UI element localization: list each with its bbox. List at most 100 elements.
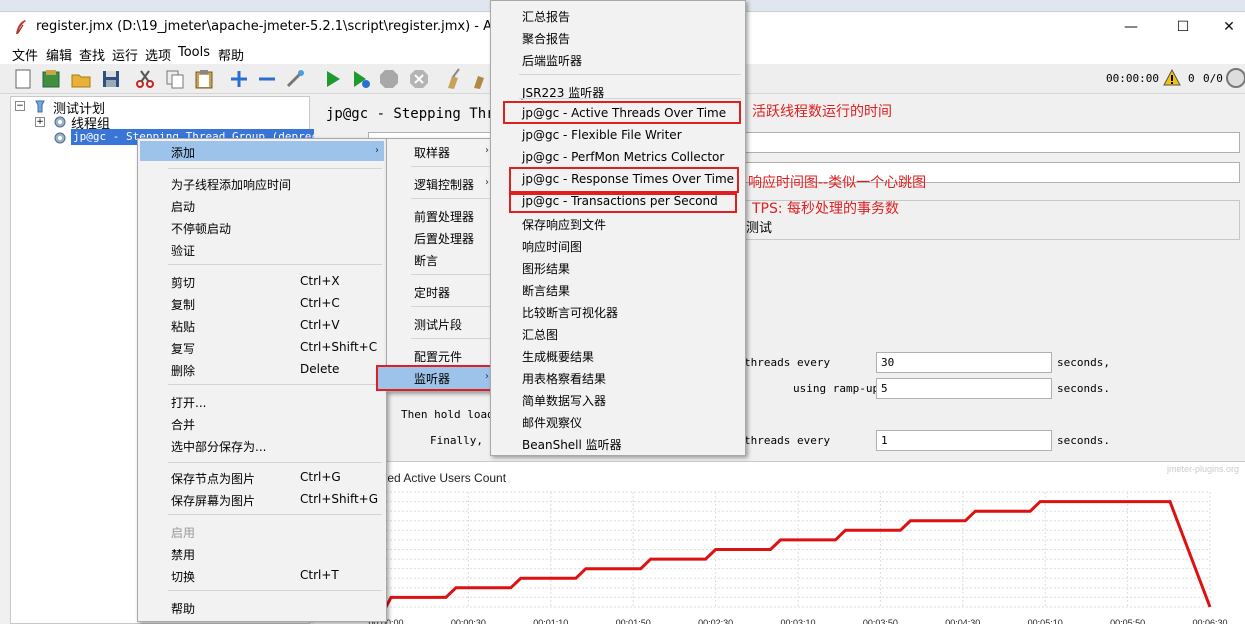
menu-enable-disabled: 启用	[171, 526, 196, 540]
clear-all-icon[interactable]	[468, 68, 490, 90]
listener-response-times[interactable]: jp@gc - Response Times Over Time	[522, 172, 734, 186]
shortcut-cut: Ctrl+X	[300, 274, 340, 288]
submenu-test-fragment[interactable]: 测试片段	[414, 316, 462, 333]
listener-compare-assertion[interactable]: 比较断言可视化器	[522, 304, 618, 321]
menu-tools[interactable]: Tools	[178, 45, 210, 60]
threads-every-label: threads every	[744, 356, 831, 369]
gear-icon	[54, 132, 66, 144]
menu-separator	[168, 384, 382, 385]
submenu-config-element[interactable]: 配置元件	[414, 348, 462, 365]
minimize-button[interactable]: —	[1108, 12, 1154, 42]
menu-help[interactable]: 帮助	[171, 600, 195, 617]
menu-separator	[519, 98, 741, 99]
stop-threads-input[interactable]: 1	[876, 430, 1052, 451]
listener-view-table[interactable]: 用表格察看结果	[522, 370, 606, 387]
menu-add-response-time[interactable]: 为子线程添加响应时间	[171, 176, 291, 193]
submenu-logic-controller[interactable]: 逻辑控制器	[414, 176, 474, 193]
menu-add[interactable]: 添加	[171, 144, 195, 161]
remote-status-icon[interactable]	[1226, 68, 1245, 88]
menu-help[interactable]: 帮助	[218, 45, 244, 64]
tree-expand-toggle[interactable]: +	[35, 117, 45, 127]
cut-icon[interactable]	[134, 68, 156, 90]
listener-assertion-results[interactable]: 断言结果	[522, 282, 570, 299]
listener-aggregate-report[interactable]: 聚合报告	[522, 30, 570, 47]
shortcut-save-screen-image: Ctrl+Shift+G	[300, 492, 379, 506]
menu-start[interactable]: 启动	[171, 198, 195, 215]
menu-run[interactable]: 运行	[112, 45, 138, 64]
submenu-pre-processor[interactable]: 前置处理器	[414, 208, 474, 225]
ramp-up-input[interactable]: 5	[876, 378, 1052, 399]
menu-save-node-image[interactable]: 保存节点为图片	[171, 470, 255, 487]
threads-every-input[interactable]: 30	[876, 352, 1052, 373]
annotation-active-threads: 活跃线程数运行的时间	[752, 104, 892, 120]
listener-flexible-file-writer[interactable]: jp@gc - Flexible File Writer	[522, 128, 682, 142]
warning-count: 0	[1188, 72, 1195, 85]
menu-cut[interactable]: 剪切	[171, 274, 195, 291]
chart-x-tick-label: 00:05:50	[1110, 618, 1145, 624]
listener-perfmon[interactable]: jp@gc - PerfMon Metrics Collector	[522, 150, 724, 164]
chart-x-tick-label: 00:05:10	[1028, 618, 1063, 624]
start-icon[interactable]	[322, 68, 344, 90]
menu-toggle[interactable]: 切换	[171, 568, 195, 585]
save-icon[interactable]	[100, 68, 122, 90]
menu-delete[interactable]: 删除	[171, 362, 195, 379]
hold-load-label: Then hold load	[401, 408, 494, 421]
paste-icon[interactable]	[193, 68, 215, 90]
submenu-assertion[interactable]: 断言	[414, 252, 438, 269]
stop-icon[interactable]	[378, 68, 400, 90]
chart-x-tick-label: 00:03:50	[863, 618, 898, 624]
warning-icon[interactable]	[1163, 69, 1181, 87]
shortcut-paste: Ctrl+V	[300, 318, 340, 332]
submenu-timer[interactable]: 定时器	[414, 284, 450, 301]
listener-generate-summary[interactable]: 生成概要结果	[522, 348, 594, 365]
tree-collapse-toggle[interactable]: −	[15, 101, 25, 111]
new-icon[interactable]	[12, 68, 34, 90]
menu-file[interactable]: 文件	[12, 45, 38, 64]
chart-x-tick-label: 00:01:10	[533, 618, 568, 624]
clear-icon[interactable]	[442, 68, 464, 90]
menu-save-selection[interactable]: 选中部分保存为...	[171, 438, 266, 455]
menu-duplicate[interactable]: 复写	[171, 340, 195, 357]
submenu-listener[interactable]: 监听器	[414, 370, 450, 387]
shutdown-icon[interactable]	[408, 68, 430, 90]
listener-tps[interactable]: jp@gc - Transactions per Second	[522, 194, 718, 208]
menu-edit[interactable]: 编辑	[46, 45, 72, 64]
menu-options[interactable]: 选项	[145, 45, 171, 64]
close-button[interactable]: ✕	[1206, 12, 1245, 42]
listener-save-responses[interactable]: 保存响应到文件	[522, 216, 606, 233]
menu-paste[interactable]: 粘贴	[171, 318, 195, 335]
open-icon[interactable]	[70, 68, 92, 90]
listener-response-time-graph[interactable]: 响应时间图	[522, 238, 582, 255]
chart-grid	[385, 491, 1211, 608]
copy-icon[interactable]	[164, 68, 186, 90]
menu-open[interactable]: 打开...	[171, 394, 206, 411]
menu-validate[interactable]: 验证	[171, 242, 195, 259]
submenu-post-processor[interactable]: 后置处理器	[414, 230, 474, 247]
start-no-pause-icon[interactable]	[350, 68, 372, 90]
expand-icon[interactable]	[228, 68, 250, 90]
submenu-sampler[interactable]: 取样器	[414, 144, 450, 161]
test-plan-icon	[35, 100, 45, 113]
shortcut-copy: Ctrl+C	[300, 296, 340, 310]
menu-start-no-pause[interactable]: 不停顿启动	[171, 220, 231, 237]
menu-copy[interactable]: 复制	[171, 296, 195, 313]
listener-backend[interactable]: 后端监听器	[522, 52, 582, 69]
listener-simple-data-writer[interactable]: 简单数据写入器	[522, 392, 606, 409]
templates-icon[interactable]	[40, 68, 62, 90]
active-thread-count: 0/0	[1203, 72, 1223, 85]
listener-active-threads[interactable]: jp@gc - Active Threads Over Time	[522, 106, 726, 120]
listener-mailer[interactable]: 邮件观察仪	[522, 414, 582, 431]
menu-disable[interactable]: 禁用	[171, 546, 195, 563]
listener-summary-graph[interactable]: 汇总图	[522, 326, 558, 343]
menu-search[interactable]: 查找	[79, 45, 105, 64]
maximize-button[interactable]: ☐	[1160, 12, 1206, 42]
listener-graph-results[interactable]: 图形结果	[522, 260, 570, 277]
toggle-icon[interactable]	[284, 68, 306, 90]
listener-summary-report[interactable]: 汇总报告	[522, 8, 570, 25]
listener-beanshell[interactable]: BeanShell 监听器	[522, 436, 622, 453]
collapse-icon[interactable]	[256, 68, 278, 90]
menu-merge[interactable]: 合并	[171, 416, 195, 433]
shortcut-toggle: Ctrl+T	[300, 568, 339, 582]
chart-watermark: jmeter-plugins.org	[1166, 464, 1239, 474]
menu-save-screen-image[interactable]: 保存屏幕为图片	[171, 492, 255, 509]
